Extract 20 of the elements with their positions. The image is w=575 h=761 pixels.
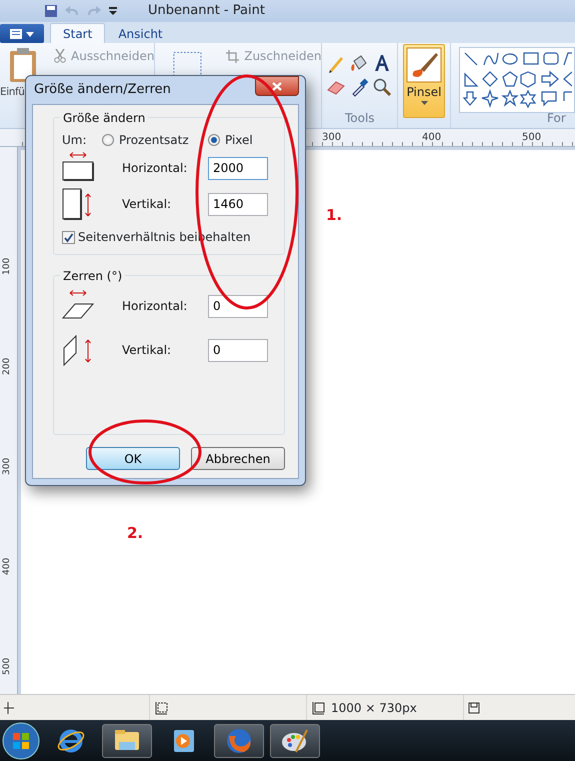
field-label: Horizontal: — [122, 160, 188, 177]
field-label: Horizontal: — [122, 298, 188, 315]
option-label: Um: — [62, 132, 88, 149]
canvas-size-text: 1000 × 730px — [331, 700, 417, 716]
ruler-number: 300 — [1, 458, 13, 475]
ruler-number: 500 — [522, 131, 542, 145]
window-title: Unbenannt - Paint — [148, 2, 265, 20]
group-label: For — [547, 110, 566, 127]
ruler-number: 400 — [1, 558, 13, 575]
ruler-number: 300 — [322, 131, 342, 145]
ruler-number: 400 — [422, 131, 442, 145]
ruler-number: 100 — [1, 258, 13, 275]
ruler-number: 500 — [1, 658, 13, 675]
dialog-title: Größe ändern/Zerren — [33, 81, 171, 100]
group-label: Tools — [344, 110, 375, 127]
ruler-number: 200 — [1, 358, 13, 375]
annotation-label: 2. — [127, 523, 144, 544]
annotation-label: 1. — [326, 205, 342, 226]
field-label: Vertikal: — [122, 196, 172, 213]
field-label: Vertikal: — [122, 342, 172, 359]
